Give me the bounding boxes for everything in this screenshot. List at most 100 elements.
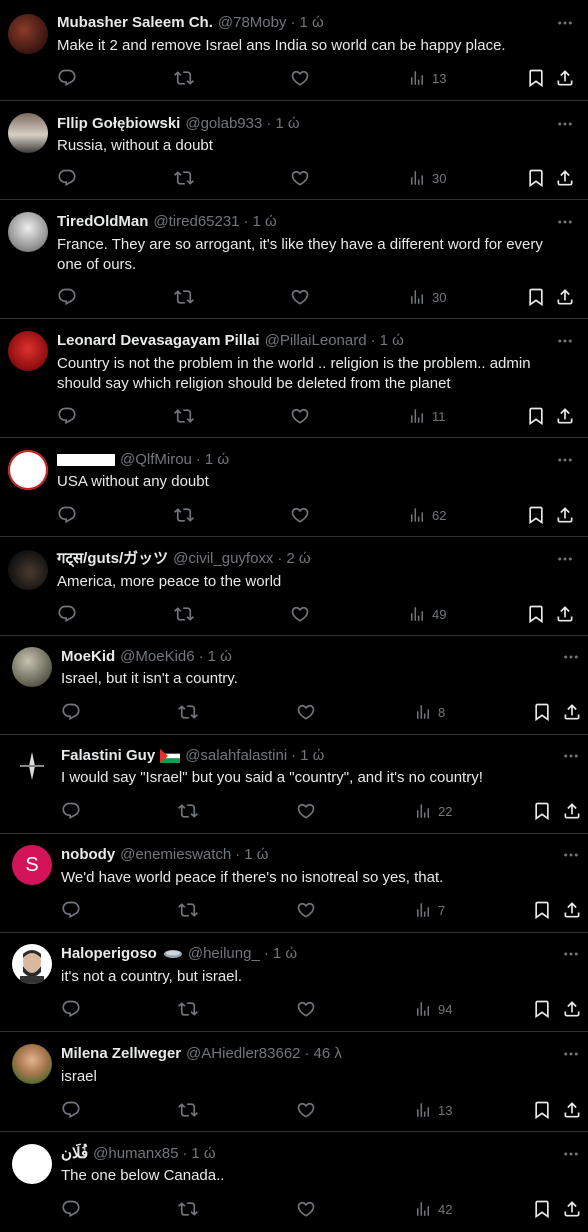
avatar[interactable]: S (12, 845, 52, 885)
like-icon[interactable] (290, 287, 310, 307)
share-icon[interactable] (555, 287, 575, 307)
share-icon[interactable] (555, 68, 575, 88)
views-button[interactable]: 42 (414, 1199, 452, 1219)
retweet-icon[interactable] (174, 168, 194, 188)
timestamp[interactable]: 1 ώ (208, 647, 232, 667)
author-name[interactable]: Mubasher Saleem Ch. (57, 13, 213, 33)
views-button[interactable]: 30 (408, 287, 446, 307)
like-icon[interactable] (296, 702, 316, 722)
views-button[interactable]: 13 (414, 1100, 452, 1120)
timestamp[interactable]: 1 ώ (300, 746, 324, 766)
share-icon[interactable] (555, 406, 575, 426)
reply-icon[interactable] (61, 999, 81, 1019)
bookmark-icon[interactable] (532, 999, 552, 1019)
share-icon[interactable] (562, 801, 582, 821)
author-name[interactable]: Leonard Devasagayam Pillai (57, 331, 260, 351)
tweet[interactable]: Milena Zellweger @AHiedler83662 · 46 λ i… (0, 1032, 588, 1132)
like-icon[interactable] (296, 900, 316, 920)
avatar[interactable] (8, 550, 48, 590)
share-icon[interactable] (555, 168, 575, 188)
reply-icon[interactable] (61, 1100, 81, 1120)
more-icon[interactable] (556, 14, 574, 32)
timestamp[interactable]: 1 ώ (253, 212, 277, 232)
reply-icon[interactable] (57, 168, 77, 188)
author-handle[interactable]: @PillaiLeonard (265, 331, 367, 351)
reply-icon[interactable] (61, 900, 81, 920)
retweet-icon[interactable] (178, 1199, 198, 1219)
bookmark-icon[interactable] (526, 505, 546, 525)
tweet[interactable]: Fllip Gołębiowski @golab933 · 1 ώ Russia… (0, 101, 588, 200)
views-button[interactable]: 30 (408, 168, 446, 188)
bookmark-icon[interactable] (526, 604, 546, 624)
avatar[interactable] (12, 1044, 52, 1084)
more-icon[interactable] (562, 945, 580, 963)
bookmark-icon[interactable] (532, 702, 552, 722)
views-button[interactable]: 7 (414, 900, 445, 920)
more-icon[interactable] (562, 1045, 580, 1063)
bookmark-icon[interactable] (532, 801, 552, 821)
timestamp[interactable]: 1 ώ (244, 845, 268, 865)
avatar[interactable] (12, 944, 52, 984)
views-button[interactable]: 11 (408, 406, 446, 426)
share-icon[interactable] (555, 505, 575, 525)
more-icon[interactable] (556, 451, 574, 469)
like-icon[interactable] (296, 999, 316, 1019)
timestamp[interactable]: 2 ώ (286, 549, 310, 569)
author-handle[interactable]: @78Moby (218, 13, 287, 33)
bookmark-icon[interactable] (532, 1199, 552, 1219)
retweet-icon[interactable] (174, 604, 194, 624)
author-handle[interactable]: @enemieswatch (120, 845, 231, 865)
more-icon[interactable] (556, 115, 574, 133)
retweet-icon[interactable] (178, 801, 198, 821)
bookmark-icon[interactable] (526, 287, 546, 307)
timestamp[interactable]: 1 ώ (273, 944, 297, 964)
retweet-icon[interactable] (178, 900, 198, 920)
reply-icon[interactable] (61, 801, 81, 821)
share-icon[interactable] (562, 900, 582, 920)
tweet[interactable]: TiredOldMan @tired65231 · 1 ώ France. Th… (0, 200, 588, 319)
bookmark-icon[interactable] (526, 168, 546, 188)
more-icon[interactable] (556, 332, 574, 350)
retweet-icon[interactable] (174, 68, 194, 88)
like-icon[interactable] (290, 68, 310, 88)
retweet-icon[interactable] (174, 505, 194, 525)
tweet[interactable]: Falastini Guy @salahfalastini · 1 ώ I wo… (0, 735, 588, 834)
share-icon[interactable] (562, 702, 582, 722)
reply-icon[interactable] (57, 604, 77, 624)
like-icon[interactable] (296, 801, 316, 821)
author-handle[interactable]: @salahfalastini (185, 746, 287, 766)
views-button[interactable]: 49 (408, 604, 446, 624)
reply-icon[interactable] (57, 406, 77, 426)
retweet-icon[interactable] (174, 406, 194, 426)
more-icon[interactable] (562, 1145, 580, 1163)
author-handle[interactable]: @golab933 (185, 114, 262, 134)
views-button[interactable]: 22 (414, 801, 452, 821)
reply-icon[interactable] (61, 1199, 81, 1219)
share-icon[interactable] (562, 1100, 582, 1120)
tweet[interactable]: S nobody @enemieswatch · 1 ώ We'd have w… (0, 834, 588, 933)
more-icon[interactable] (556, 550, 574, 568)
more-icon[interactable] (562, 747, 580, 765)
avatar[interactable] (12, 1144, 52, 1184)
reply-icon[interactable] (57, 505, 77, 525)
tweet[interactable]: MoeKid @MoeKid6 · 1 ώ Israel, but it isn… (0, 636, 588, 735)
views-button[interactable]: 94 (414, 999, 452, 1019)
author-name[interactable]: MoeKid (61, 647, 115, 667)
tweet[interactable]: गट्स/guts/ガッツ @civil_guyfoxx · 2 ώ Ameri… (0, 537, 588, 636)
avatar[interactable] (8, 14, 48, 54)
reply-icon[interactable] (57, 287, 77, 307)
retweet-icon[interactable] (178, 702, 198, 722)
bookmark-icon[interactable] (526, 406, 546, 426)
retweet-icon[interactable] (178, 999, 198, 1019)
avatar[interactable] (8, 450, 48, 490)
avatar[interactable] (8, 331, 48, 371)
timestamp[interactable]: 1 ώ (275, 114, 299, 134)
author-name[interactable]: nobody (61, 845, 115, 865)
reply-icon[interactable] (61, 702, 81, 722)
tweet[interactable]: Leonard Devasagayam Pillai @PillaiLeonar… (0, 319, 588, 438)
author-name[interactable]: Fllip Gołębiowski (57, 114, 180, 134)
author-name[interactable]: فُلَان (61, 1144, 88, 1164)
author-name[interactable]: गट्स/guts/ガッツ (57, 549, 168, 569)
avatar[interactable] (8, 113, 48, 153)
views-button[interactable]: 62 (408, 505, 446, 525)
